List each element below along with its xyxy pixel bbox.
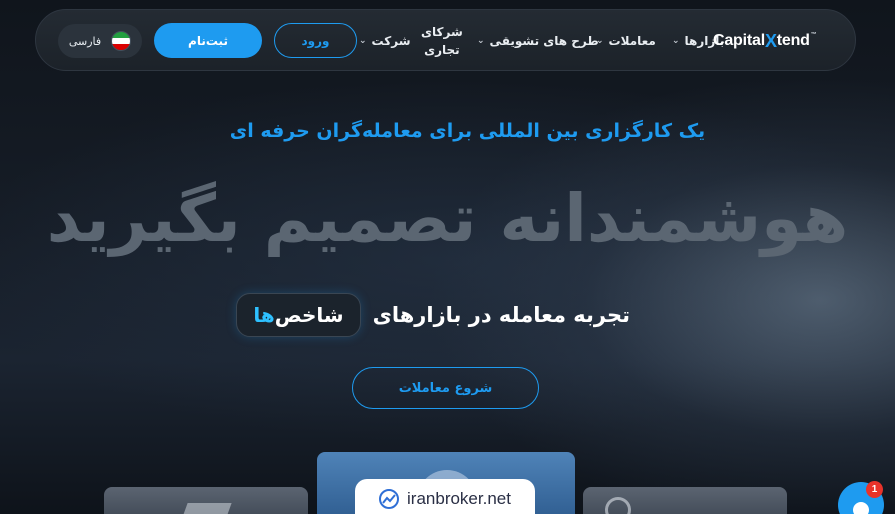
chat-unread-badge: 1	[866, 481, 883, 498]
nav-item-partners-line2: تجاری	[424, 43, 460, 57]
nav-item-trading-label: معاملات	[608, 34, 656, 48]
chevron-down-icon: ⌄	[359, 36, 367, 46]
login-button[interactable]: ورود	[274, 23, 357, 58]
nav-item-partners[interactable]: شرکای تجاری	[421, 10, 463, 72]
logo-trademark: ™	[810, 32, 817, 38]
chevron-down-icon: ⌄	[672, 36, 680, 46]
chevron-down-icon: ⌄	[477, 36, 485, 46]
signup-button[interactable]: ثبت‌نام	[154, 23, 262, 58]
iranbroker-watermark: iranbroker.net	[355, 479, 535, 514]
nav-item-trading[interactable]: معاملات ⌄	[596, 10, 656, 72]
nav-item-company[interactable]: شرکت ⌄	[359, 10, 411, 72]
top-navbar: فارسی ثبت‌نام ورود شرکت ⌄ شرکای تجاری طر…	[35, 9, 856, 71]
logo-part2: tend	[776, 32, 810, 49]
hero-subtitle: یک کارگزاری بین المللی برای معامله‌گران …	[229, 120, 706, 142]
iran-flag-icon	[111, 31, 132, 51]
language-selector[interactable]: فارسی	[58, 24, 142, 58]
logo-x: X	[764, 30, 777, 51]
capitalxtend-logo[interactable]: Capital X tend ™	[713, 30, 817, 52]
language-label: فارسی	[68, 34, 102, 48]
chevron-down-icon: ⌄	[596, 36, 604, 46]
watermark-text: iranbroker.net	[407, 489, 511, 508]
rotating-market-chip: شاخص‌ها	[236, 293, 361, 337]
chat-icon	[853, 502, 869, 514]
chart-trend-icon	[379, 489, 400, 509]
feature-card-right[interactable]	[583, 487, 787, 514]
logo-part1: Capital	[713, 32, 765, 49]
start-trading-button[interactable]: شروع معاملات	[352, 367, 539, 409]
nav-item-promotions-label: طرح های تشویقی	[489, 34, 599, 48]
feature-card-left[interactable]	[104, 487, 308, 514]
hero-background	[0, 0, 895, 514]
hero-tagline: تجربه معامله در بازارهای شاخص‌ها	[236, 292, 630, 338]
nav-item-promotions[interactable]: طرح های تشویقی ⌄	[477, 10, 599, 72]
hero-headline: هوشمندانه تصمیم بگیرید	[46, 180, 850, 257]
card-illustration	[180, 503, 232, 514]
tagline-text: تجربه معامله در بازارهای	[372, 303, 630, 327]
nav-item-company-label: شرکت	[371, 34, 411, 48]
tagline-chip-plain: شاخص	[274, 303, 344, 327]
card-illustration	[605, 497, 631, 514]
tagline-chip-highlight: ‌ها	[253, 303, 275, 327]
nav-item-partners-line1: شرکای	[421, 25, 463, 39]
